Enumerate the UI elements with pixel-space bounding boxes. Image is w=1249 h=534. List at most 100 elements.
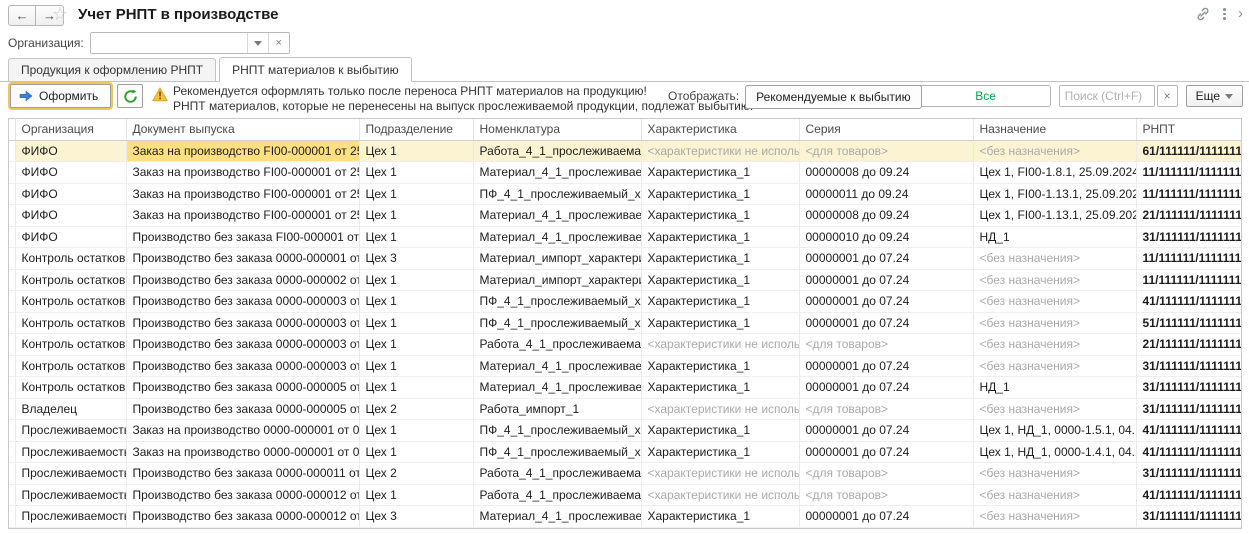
cell-rnpt[interactable]: 21/111111/1111111 xyxy=(1136,334,1241,356)
cell-charact[interactable]: Характеристика_1 xyxy=(641,506,799,528)
cell-series[interactable]: 00000001 до 07.24 xyxy=(799,377,973,399)
table-row[interactable]: ВладелецПроизводство без заказа 0000-000… xyxy=(9,398,1241,420)
cell-org[interactable]: ФИФО xyxy=(15,162,126,184)
table-row[interactable]: Контроль остатковПроизводство без заказа… xyxy=(9,291,1241,313)
table-row[interactable]: ФИФОЗаказ на производство FI00-000001 от… xyxy=(9,140,1241,162)
cell-charact[interactable]: Характеристика_1 xyxy=(641,183,799,205)
cell-purpose[interactable]: <без назначения> xyxy=(973,484,1136,506)
cell-charact[interactable]: <характеристики не использую... xyxy=(641,398,799,420)
cell-item[interactable]: Материал_4_1_прослеживаемы... xyxy=(473,226,641,248)
cell-dept[interactable]: Цех 1 xyxy=(359,441,473,463)
cell-series[interactable]: 00000001 до 07.24 xyxy=(799,248,973,270)
cell-charact[interactable]: Характеристика_1 xyxy=(641,248,799,270)
cell-org[interactable]: Контроль остатков xyxy=(15,377,126,399)
column-header-rnpt[interactable]: РНПТ xyxy=(1136,119,1241,140)
cell-purpose[interactable]: <без назначения> xyxy=(973,506,1136,528)
cell-rnpt[interactable]: 31/111111/1111111 xyxy=(1136,506,1241,528)
cell-series[interactable]: <для товаров> xyxy=(799,484,973,506)
cell-item[interactable]: Работа_4_1_прослеживаемая xyxy=(473,140,641,162)
cell-rnpt[interactable]: 51/111111/1111111 xyxy=(1136,312,1241,334)
cell-org[interactable]: Прослеживаемость... xyxy=(15,420,126,442)
cell-series[interactable]: <для товаров> xyxy=(799,140,973,162)
cell-dept[interactable]: Цех 1 xyxy=(359,269,473,291)
table-row[interactable]: Контроль остатковПроизводство без заказа… xyxy=(9,248,1241,270)
favorite-star-icon[interactable]: ☆ xyxy=(52,4,68,25)
cell-item[interactable]: Работа_4_1_прослеживаемая xyxy=(473,463,641,485)
cell-series[interactable]: 00000001 до 07.24 xyxy=(799,506,973,528)
table-row[interactable]: Контроль остатковПроизводство без заказа… xyxy=(9,334,1241,356)
cell-doc[interactable]: Производство без заказа 0000-000005 от 2… xyxy=(126,398,359,420)
cell-dept[interactable]: Цех 1 xyxy=(359,226,473,248)
cell-dept[interactable]: Цех 1 xyxy=(359,205,473,227)
column-header-dept[interactable]: Подразделение xyxy=(359,119,473,140)
cell-item[interactable]: Материал_4_1_прослеживаемы... xyxy=(473,355,641,377)
cell-rnpt[interactable]: 41/111111/1111111 xyxy=(1136,291,1241,313)
cell-org[interactable]: Контроль остатков xyxy=(15,291,126,313)
cell-series[interactable]: 00000001 до 07.24 xyxy=(799,312,973,334)
cell-dept[interactable]: Цех 3 xyxy=(359,506,473,528)
cell-series[interactable]: <для товаров> xyxy=(799,334,973,356)
cell-doc[interactable]: Заказ на производство 0000-000001 от 04.… xyxy=(126,420,359,442)
cell-item[interactable]: Работа_4_1_прослеживаемая xyxy=(473,484,641,506)
cell-doc[interactable]: Заказ на производство 0000-000001 от 04.… xyxy=(126,441,359,463)
cell-series[interactable]: <для товаров> xyxy=(799,463,973,485)
cell-series[interactable]: 00000001 до 07.24 xyxy=(799,420,973,442)
cell-dept[interactable]: Цех 3 xyxy=(359,248,473,270)
cell-org[interactable]: Прослеживаемость... xyxy=(15,463,126,485)
cell-item[interactable]: Материал_импорт_характерист... xyxy=(473,269,641,291)
table-row[interactable]: ФИФОЗаказ на производство FI00-000001 от… xyxy=(9,183,1241,205)
cell-charact[interactable]: Характеристика_1 xyxy=(641,205,799,227)
cell-rnpt[interactable]: 31/111111/1111111 Р... xyxy=(1136,398,1241,420)
cell-rnpt[interactable]: 11/111111/1111111 xyxy=(1136,162,1241,184)
cell-org[interactable]: Контроль остатков xyxy=(15,312,126,334)
filter-recommended-button[interactable]: Рекомендуемые к выбытию xyxy=(745,85,921,109)
cell-charact[interactable]: <характеристики не использую... xyxy=(641,484,799,506)
cell-org[interactable]: ФИФО xyxy=(15,183,126,205)
table-row[interactable]: Прослеживаемость...Производство без зака… xyxy=(9,463,1241,485)
cell-doc[interactable]: Производство без заказа 0000-000011 от 0… xyxy=(126,463,359,485)
cell-charact[interactable]: Характеристика_1 xyxy=(641,269,799,291)
cell-org[interactable]: ФИФО xyxy=(15,205,126,227)
cell-rnpt[interactable]: 31/111111/1111111 xyxy=(1136,226,1241,248)
search-input[interactable] xyxy=(1059,85,1155,107)
cell-doc[interactable]: Производство без заказа 0000-000001 от 0… xyxy=(126,248,359,270)
cell-rnpt[interactable]: 41/111111/1111111 Р... xyxy=(1136,420,1241,442)
filter-all-button[interactable]: Все xyxy=(922,86,1050,106)
cell-org[interactable]: Контроль остатков xyxy=(15,248,126,270)
cell-series[interactable]: <для товаров> xyxy=(799,398,973,420)
cell-purpose[interactable]: <без назначения> xyxy=(973,463,1136,485)
cell-rnpt[interactable]: 11/111111/1111111 xyxy=(1136,269,1241,291)
cell-rnpt[interactable]: 11/111111/1111111 xyxy=(1136,248,1241,270)
cell-item[interactable]: Материал_4_1_прослеживаемы... xyxy=(473,205,641,227)
cell-item[interactable]: ПФ_4_1_прослеживаемый_хар... xyxy=(473,183,641,205)
cell-doc[interactable]: Производство без заказа 0000-000012 от 0… xyxy=(126,484,359,506)
column-header-purpose[interactable]: Назначение xyxy=(973,119,1136,140)
cell-purpose[interactable]: <без назначения> xyxy=(973,334,1136,356)
back-button[interactable]: ← xyxy=(8,5,36,26)
cell-rnpt[interactable]: 61/111111/1111111 xyxy=(1136,140,1241,162)
cell-org[interactable]: Прослеживаемость... xyxy=(15,506,126,528)
cell-series[interactable]: 00000008 до 09.24 xyxy=(799,205,973,227)
cell-purpose[interactable]: <без назначения> xyxy=(973,355,1136,377)
cell-rnpt[interactable]: 41/111111/1111111 и ... xyxy=(1136,484,1241,506)
cell-doc[interactable]: Производство без заказа 0000-000002 от 0… xyxy=(126,269,359,291)
table-row[interactable]: Контроль остатковПроизводство без заказа… xyxy=(9,269,1241,291)
cell-dept[interactable]: Цех 2 xyxy=(359,463,473,485)
column-header-charact[interactable]: Характеристика xyxy=(641,119,799,140)
cell-purpose[interactable]: <без назначения> xyxy=(973,398,1136,420)
cell-doc[interactable]: Производство без заказа 0000-000003 от 0… xyxy=(126,355,359,377)
cell-series[interactable]: 00000008 до 09.24 xyxy=(799,162,973,184)
cell-doc[interactable]: Заказ на производство FI00-000001 от 25.… xyxy=(126,183,359,205)
cell-dept[interactable]: Цех 1 xyxy=(359,355,473,377)
cell-item[interactable]: Материал_4_1_прослеживаемы... xyxy=(473,162,641,184)
cell-dept[interactable]: Цех 1 xyxy=(359,334,473,356)
cell-org[interactable]: Контроль остатков xyxy=(15,269,126,291)
table-row[interactable]: Прослеживаемость...Производство без зака… xyxy=(9,484,1241,506)
cell-charact[interactable]: <характеристики не использую... xyxy=(641,334,799,356)
cell-charact[interactable]: Характеристика_1 xyxy=(641,420,799,442)
organization-dropdown-button[interactable] xyxy=(247,33,268,53)
cell-item[interactable]: Материал_импорт_характерист... xyxy=(473,248,641,270)
column-header-series[interactable]: Серия xyxy=(799,119,973,140)
cell-dept[interactable]: Цех 1 xyxy=(359,162,473,184)
cell-purpose[interactable]: НД_1 xyxy=(973,226,1136,248)
